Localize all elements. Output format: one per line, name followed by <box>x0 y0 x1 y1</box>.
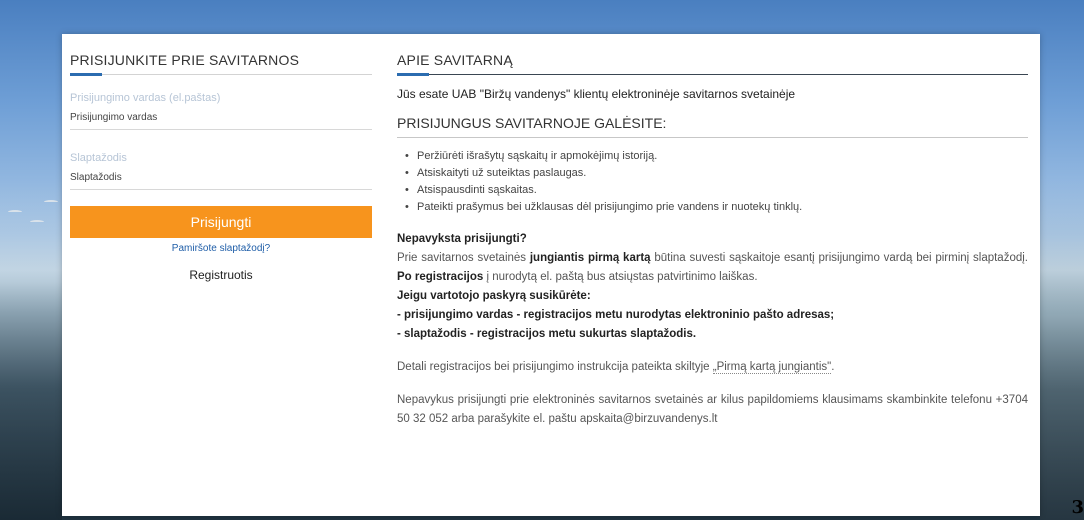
help-line-3: - slaptažodis - registracijos metu sukur… <box>397 328 697 340</box>
login-section: PRISIJUNKITE PRIE SAVITARNOS Prisijungim… <box>70 34 372 282</box>
help-line-2: - prisijungimo vardas - registracijos me… <box>397 309 835 321</box>
about-title-text: APIE SAVITARNĄ <box>397 52 513 68</box>
instruction-text: Detali registracijos bei prisijungimo in… <box>397 358 1028 377</box>
help-bold-2: Po registracijos <box>397 271 484 283</box>
help-text-3: į nurodytą el. paštą bus atsiųstas patvi… <box>483 271 758 283</box>
login-button[interactable]: Prisijungti <box>70 206 372 238</box>
features-title: PRISIJUNGUS SAVITARNOJE GALĖSITE: <box>397 115 1028 138</box>
bird-decoration <box>8 210 22 214</box>
register-link[interactable]: Registruotis <box>70 268 372 282</box>
bird-decoration <box>30 220 44 224</box>
help-text-1: Prie savitarnos svetainės <box>397 252 530 264</box>
about-section: APIE SAVITARNĄ Jūs esate UAB "Biržų vand… <box>397 34 1028 429</box>
feature-item: Pateikti prašymus bei užklausas dėl pris… <box>405 199 1028 216</box>
forgot-password-link[interactable]: Pamiršote slaptažodį? <box>70 243 372 254</box>
help-bold-1: jungiantis pirmą kartą <box>529 252 651 264</box>
help-block: Nepavyksta prisijungti? Prie savitarnos … <box>397 230 1028 344</box>
help-heading: Nepavyksta prisijungti? <box>397 233 527 245</box>
login-title: PRISIJUNKITE PRIE SAVITARNOS <box>70 52 372 76</box>
title-accent-bar <box>397 73 429 76</box>
first-time-link[interactable]: „Pirmą kartą jungiantis" <box>712 361 832 374</box>
background-scene-left <box>0 180 62 520</box>
feature-item: Atsispausdinti sąskaitas. <box>405 182 1028 199</box>
feature-item: Peržiūrėti išrašytų sąskaitų ir apmokėji… <box>405 148 1028 165</box>
bird-decoration <box>44 200 58 204</box>
username-input[interactable] <box>70 108 372 130</box>
feature-item: Atsiskaityti už suteiktas paslaugas. <box>405 165 1028 182</box>
instruction-end: . <box>831 361 835 373</box>
help-text-2: būtina suvesti sąskaitoje esantį prisiju… <box>650 252 1028 264</box>
corner-mark: 3 <box>1071 497 1084 518</box>
help-line-1: Jeigu vartotojo paskyrą susikūrėte: <box>397 290 591 302</box>
password-label: Slaptažodis <box>70 152 127 164</box>
contact-text: Nepavykus prisijungti prie elektroninės … <box>397 394 1028 425</box>
login-title-text: PRISIJUNKITE PRIE SAVITARNOS <box>70 52 300 68</box>
title-accent-bar <box>70 73 102 76</box>
features-list: Peržiūrėti išrašytų sąskaitų ir apmokėji… <box>405 148 1028 216</box>
username-label: Prisijungimo vardas (el.paštas) <box>70 92 221 104</box>
instruction-prefix: Detali registracijos bei prisijungimo in… <box>397 361 713 373</box>
background-scene-right <box>1040 180 1084 520</box>
intro-text: Jūs esate UAB "Biržų vandenys" klientų e… <box>397 87 796 101</box>
main-panel: PRISIJUNKITE PRIE SAVITARNOS Prisijungim… <box>62 34 1040 516</box>
password-input[interactable] <box>70 168 372 190</box>
about-title: APIE SAVITARNĄ <box>397 52 1028 76</box>
